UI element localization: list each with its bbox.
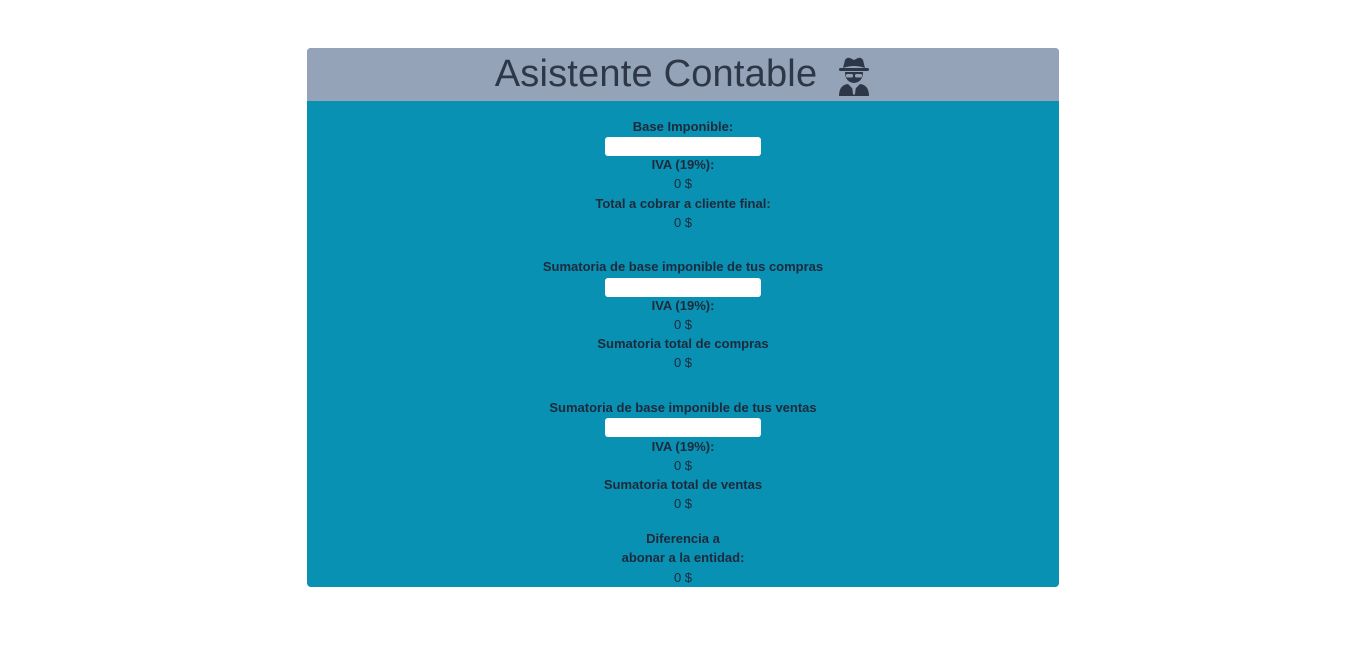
total-cobrar-value: 0 $ [673,215,693,230]
app-title: Asistente Contable [494,53,818,95]
ventas-total-value: 0 $ [673,496,693,511]
app-header: Asistente Contable [307,48,1059,101]
compras-iva-value: 0 $ [673,317,693,332]
ventas-iva-label: IVA (19%): [651,439,715,454]
base-imponible-label: Base Imponible: [632,119,734,134]
diferencia-label-line2: abonar a la entidad: [621,550,745,565]
ventas-iva-value: 0 $ [673,458,693,473]
compras-base-label: Sumatoria de base imponible de tus compr… [542,259,824,274]
user-secret-icon [837,56,871,96]
ventas-base-input[interactable] [605,418,761,437]
diferencia-value: 0 $ [673,570,693,585]
total-cobrar-label: Total a cobrar a cliente final: [595,196,771,211]
ventas-total-label: Sumatoria total de ventas [603,477,763,492]
compras-total-value: 0 $ [673,355,693,370]
compras-base-input[interactable] [605,278,761,297]
base-imponible-input[interactable] [605,137,761,156]
iva-value: 0 $ [673,176,693,191]
compras-iva-label: IVA (19%): [651,298,715,313]
iva-label: IVA (19%): [651,157,715,172]
diferencia-label-line1: Diferencia a [646,531,720,546]
ventas-base-label: Sumatoria de base imponible de tus venta… [549,400,817,415]
compras-total-label: Sumatoria total de compras [597,336,769,351]
calculator-card: Asistente Contable Base Imponible: IVA (… [307,48,1059,587]
